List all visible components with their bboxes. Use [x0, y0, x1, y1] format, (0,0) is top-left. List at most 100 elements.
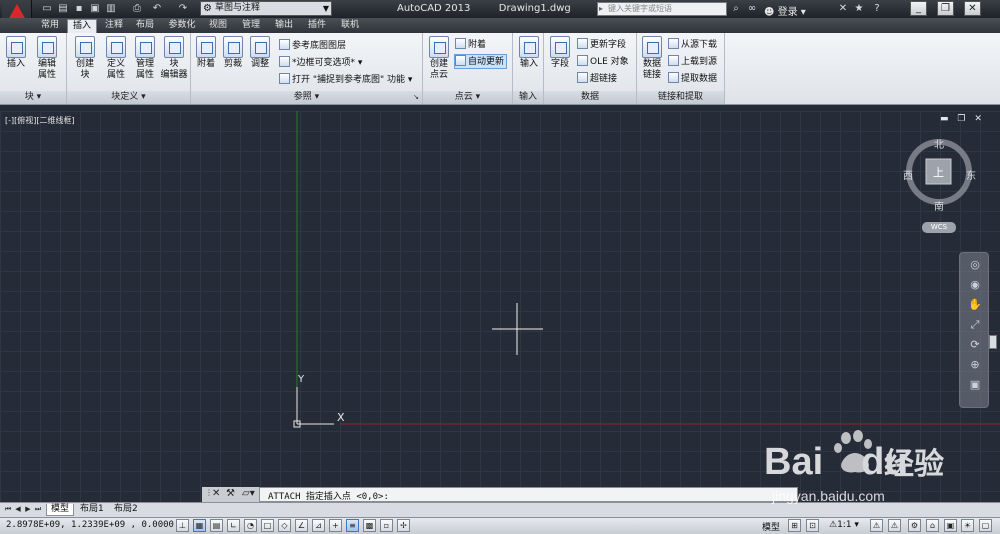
adjust-button[interactable]: 调整 — [249, 36, 271, 70]
open-icon[interactable]: ▤ — [56, 2, 70, 15]
redo-icon[interactable]: ↷ — [176, 2, 190, 15]
viewport-controls[interactable]: [-][俯视][二维线框] — [5, 115, 75, 126]
tab-layout[interactable]: 布局 — [131, 19, 159, 33]
tab-insert[interactable]: 插入 — [67, 19, 97, 33]
close-icon[interactable]: ✕ — [212, 488, 220, 499]
transparency-icon[interactable]: ▩ — [363, 519, 376, 532]
tab-online[interactable]: 联机 — [336, 19, 364, 33]
annotation-visibility-icon[interactable]: ⚠ — [870, 519, 883, 532]
login-button[interactable]: ☻ 登录 ▾ — [764, 3, 806, 18]
data-link-button[interactable]: 数据 链接 — [639, 36, 665, 81]
next-layout-icon[interactable]: ▶ — [24, 504, 32, 514]
new-icon[interactable]: ▭ — [40, 2, 54, 15]
binoculars-icon[interactable]: ∞ — [745, 2, 759, 16]
viewcube-top-face[interactable]: 上 — [933, 164, 944, 180]
undo-icon[interactable]: ↶ — [150, 2, 164, 15]
model-space-button[interactable]: 模型 — [762, 520, 780, 533]
vertical-scrollbar-thumb[interactable] — [989, 335, 997, 349]
block-editor-button[interactable]: 块 编辑器 — [159, 36, 189, 81]
field-button[interactable]: 字段 — [547, 36, 573, 70]
quick-properties-icon[interactable]: ▫ — [380, 519, 393, 532]
lock-icon[interactable]: ⌂ — [926, 519, 939, 532]
tab-output[interactable]: 输出 — [270, 19, 298, 33]
full-nav-wheel-icon[interactable]: ◉ — [967, 277, 983, 293]
underlay-layers-button[interactable]: 参考底图图层 — [279, 39, 346, 52]
create-point-cloud-button[interactable]: 创建 点云 — [426, 36, 452, 81]
hyperlink-button[interactable]: 超链接 — [577, 72, 617, 85]
saveas-icon[interactable]: ▣ — [88, 2, 102, 15]
3d-osnap-icon[interactable]: ◇ — [278, 519, 291, 532]
annotation-scale[interactable]: ⚠1:1 ▾ — [829, 520, 859, 530]
save-icon[interactable]: ▪ — [72, 2, 86, 15]
wrench-icon[interactable]: ⚒ — [226, 488, 235, 499]
tab-plugins[interactable]: 插件 — [303, 19, 331, 33]
edit-attribute-button[interactable]: 编辑 属性 — [32, 36, 62, 81]
orbit-icon[interactable]: ⟳ — [967, 337, 983, 353]
workspace-switch-icon[interactable]: ⚙ — [908, 519, 921, 532]
panel-block-definition-title[interactable]: 块定义 ▾ — [67, 91, 190, 104]
manage-attribute-button[interactable]: 管理 属性 — [131, 36, 159, 81]
minimize-viewport-icon[interactable]: ▬ — [940, 114, 949, 124]
object-snap-icon[interactable]: □ — [261, 519, 274, 532]
restore-button[interactable]: ❐ — [937, 1, 954, 16]
panel-point-cloud-title[interactable]: 点云 ▾ — [423, 91, 512, 104]
restore-viewport-icon[interactable]: ❐ — [957, 114, 965, 124]
lineweight-icon[interactable]: ≡ — [346, 519, 359, 532]
clean-screen-icon[interactable]: ▢ — [979, 519, 992, 532]
panel-block-title[interactable]: 块 ▾ — [0, 91, 66, 104]
recent-commands-icon[interactable]: ▱▾ — [242, 488, 255, 499]
snap-underlay-dropdown[interactable]: 打开 "捕捉到参考底图" 功能 ▾ — [279, 73, 412, 86]
zoom-extents-icon[interactable]: ⤢ — [967, 317, 983, 333]
attach-button[interactable]: 附着 — [195, 36, 217, 70]
upload-to-source-button[interactable]: 上载到源 — [668, 55, 717, 68]
selection-cycling-icon[interactable]: ✢ — [397, 519, 410, 532]
tab-layout1[interactable]: 布局1 — [76, 504, 108, 516]
pan-icon[interactable]: ✋ — [967, 297, 983, 313]
wcs-menu[interactable]: WCS — [922, 222, 956, 233]
tab-model[interactable]: 模型 — [46, 504, 75, 516]
ortho-mode-icon[interactable]: ∟ — [227, 519, 240, 532]
infer-constraints-icon[interactable]: ⊥ — [176, 519, 189, 532]
import-button[interactable]: 输入 — [516, 36, 542, 70]
hardware-accel-icon[interactable]: ▣ — [944, 519, 957, 532]
search-input[interactable]: ▸ 键入关键字或短语 — [597, 2, 727, 16]
workspace-dropdown[interactable]: ⚙ 草图与注释 ▼ — [200, 1, 332, 16]
download-from-source-button[interactable]: 从源下载 — [668, 38, 717, 51]
polar-tracking-icon[interactable]: ◔ — [244, 519, 257, 532]
tab-parametric[interactable]: 参数化 — [164, 19, 200, 33]
close-button[interactable]: ✕ — [964, 1, 981, 16]
insert-block-button[interactable]: 插入 — [3, 36, 29, 70]
help-icon[interactable]: ? — [870, 2, 884, 16]
update-fields-button[interactable]: 更新字段 — [577, 38, 626, 51]
star-icon[interactable]: ★ — [852, 2, 866, 16]
dynamic-input-icon[interactable]: + — [329, 519, 342, 532]
tab-annotate[interactable]: 注释 — [100, 19, 128, 33]
steering-wheel-icon[interactable]: ◎ — [967, 257, 983, 273]
create-block-button[interactable]: 创建 块 — [71, 36, 99, 81]
exchange-icon[interactable]: ✕ — [836, 2, 850, 16]
compass-north[interactable]: 北 — [934, 136, 944, 151]
first-layout-icon[interactable]: ⏮ — [4, 504, 12, 514]
navbar-options-icon[interactable]: ▣ — [967, 377, 983, 393]
pointcloud-attach-button[interactable]: 附着 — [455, 38, 486, 51]
showmotion-icon[interactable]: ⊕ — [967, 357, 983, 373]
plot-icon[interactable]: ⎙ — [130, 2, 144, 15]
snap-mode-icon[interactable]: ▤ — [210, 519, 223, 532]
tab-layout2[interactable]: 布局2 — [110, 504, 142, 516]
compass-west[interactable]: 西 — [903, 167, 913, 182]
tab-view[interactable]: 视图 — [204, 19, 232, 33]
minimize-button[interactable]: _ — [910, 1, 927, 16]
auto-update-toggle[interactable]: 自动更新 — [454, 54, 508, 69]
last-layout-icon[interactable]: ⏭ — [34, 504, 42, 514]
quick-view-icon[interactable]: ⊡ — [806, 519, 819, 532]
compass-south[interactable]: 南 — [934, 198, 944, 213]
panel-reference-title[interactable]: 参照 ▾ ↘ — [191, 91, 422, 104]
extract-data-button[interactable]: 提取数据 — [668, 72, 717, 85]
search-icon[interactable]: ⌕ — [729, 2, 743, 16]
prev-layout-icon[interactable]: ◀ — [14, 504, 22, 514]
isolate-objects-icon[interactable]: ☀ — [961, 519, 974, 532]
coordinate-readout[interactable]: 2.8978E+09, 1.2339E+09 , 0.0000 — [6, 520, 174, 530]
ole-object-button[interactable]: OLE 对象 — [577, 55, 629, 68]
close-viewport-icon[interactable]: ✕ — [974, 114, 982, 124]
ducs-icon[interactable]: ⊿ — [312, 519, 325, 532]
